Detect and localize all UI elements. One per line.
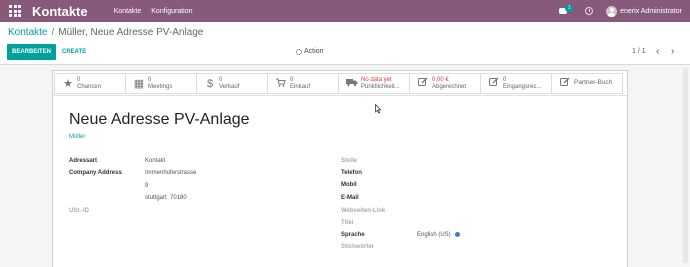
sprache-selected: English (US) <box>417 232 451 239</box>
sprache-label: Sprache <box>341 232 365 238</box>
stat-label: Partner-Buch <box>574 79 613 87</box>
chat-icon[interactable]: 1 <box>559 5 574 16</box>
stichwoerter-label: Stichwörter <box>341 244 375 250</box>
control-panel: Kontakte / Müller, Neue Adresse PV-Anlag… <box>0 22 690 65</box>
city-value: stuttgart <box>145 195 167 201</box>
stat-label: Abgerechnet <box>432 83 467 90</box>
form-sheet: ★ 0 Chancen ▦ 0 Meetings $ 0 Verkauf 0 Einka… <box>52 70 628 267</box>
stat-button-einkauf[interactable]: 0 Einkauf <box>267 73 339 94</box>
pager-previous-button[interactable]: ‹ <box>656 44 659 60</box>
app-brand: Kontakte <box>32 3 88 19</box>
create-button[interactable]: CREATE <box>62 44 86 60</box>
stat-button-box: ★ 0 Chancen ▦ 0 Meetings $ 0 Verkauf 0 Einka… <box>53 71 627 96</box>
stat-button-abgerechnet[interactable]: 0,00 € Abgerechnet <box>409 73 481 94</box>
vat-label: USt.-ID <box>69 208 89 214</box>
action-label: Action <box>304 48 324 55</box>
pager-value[interactable]: 1 / 1 <box>632 44 646 60</box>
star-icon: ★ <box>63 78 73 90</box>
city-zip-value: stuttgart 70180 <box>145 195 187 201</box>
pencil-square-icon <box>417 77 429 90</box>
globe-icon[interactable] <box>454 232 460 237</box>
stat-label: Chancen <box>77 83 102 90</box>
apps-menu-icon[interactable] <box>8 4 22 18</box>
titel-label: Titel <box>341 220 354 226</box>
cart-icon <box>275 78 287 90</box>
stat-button-eingangsrechnungen[interactable]: 0 Eingangsrec... <box>480 73 552 94</box>
user-menu[interactable]: enerix Administrator <box>620 8 682 15</box>
zip-value: 70180 <box>170 195 187 201</box>
company-address-label: Company Address <box>69 170 122 176</box>
street2-value: 9 <box>145 183 149 189</box>
mobil-label: Mobil <box>341 182 357 188</box>
stat-label: Eingangsrec... <box>503 83 542 90</box>
adressart-label: Adressart <box>69 158 98 164</box>
record-title: Neue Adresse PV-Anlage <box>69 111 250 128</box>
breadcrumb-current: Müller, Neue Adresse PV-Anlage <box>58 27 204 38</box>
pencil-square-icon <box>488 77 500 90</box>
email-label: E-Mail <box>341 195 359 201</box>
stat-button-chancen[interactable]: ★ 0 Chancen <box>54 73 126 94</box>
stat-label: Pünktlichkeit... <box>361 83 400 90</box>
main-menu: Kontakte Konfiguration <box>114 8 203 15</box>
breadcrumb: Kontakte / Müller, Neue Adresse PV-Anlag… <box>8 27 203 38</box>
menu-item-konfiguration[interactable]: Konfiguration <box>151 8 192 15</box>
action-dropdown[interactable]: Action <box>296 44 323 60</box>
sprache-value[interactable]: English (US) <box>417 232 460 238</box>
truck-icon <box>346 78 358 90</box>
pencil-square-icon <box>559 77 571 90</box>
pager-next-button[interactable]: › <box>671 44 674 60</box>
street-value: Immenhoferstrasse <box>145 170 197 176</box>
mouse-cursor-icon <box>375 104 381 114</box>
stat-button-puenktlichkeit[interactable]: No data yet Pünktlichkeit... <box>338 73 410 94</box>
gear-icon <box>296 49 302 55</box>
breadcrumb-separator: / <box>51 27 55 38</box>
stat-button-partner-buch[interactable]: Partner-Buch <box>551 73 623 94</box>
stat-label: Verkauf <box>219 83 240 90</box>
dollar-icon: $ <box>206 77 214 90</box>
edit-button[interactable]: BEARBEITEN <box>7 44 57 60</box>
website-label: Webseiten-Link <box>341 208 386 214</box>
stelle-label: Stelle <box>341 158 358 164</box>
menu-item-kontakte[interactable]: Kontakte <box>114 8 142 15</box>
stat-button-verkauf[interactable]: $ 0 Verkauf <box>196 73 268 94</box>
adressart-value: Kontakt <box>145 158 166 164</box>
activity-clock-icon[interactable] <box>585 7 594 15</box>
navbar-right: 1 enerix Administrator <box>559 0 690 22</box>
stat-label: Einkauf <box>290 83 311 90</box>
top-navbar: Kontakte Kontakte Konfiguration 1 enerix… <box>0 0 690 22</box>
telefon-label: Telefon <box>341 170 362 176</box>
page-scrollbar[interactable] <box>683 68 688 263</box>
breadcrumb-parent-link[interactable]: Kontakte <box>8 27 47 38</box>
stat-button-meetings[interactable]: ▦ 0 Meetings <box>125 73 197 94</box>
parent-company-link[interactable]: Müller <box>69 134 85 140</box>
chat-count-badge: 1 <box>565 5 574 12</box>
avatar[interactable] <box>606 5 618 17</box>
stat-label: Meetings <box>148 83 173 90</box>
calendar-icon: ▦ <box>133 78 145 90</box>
